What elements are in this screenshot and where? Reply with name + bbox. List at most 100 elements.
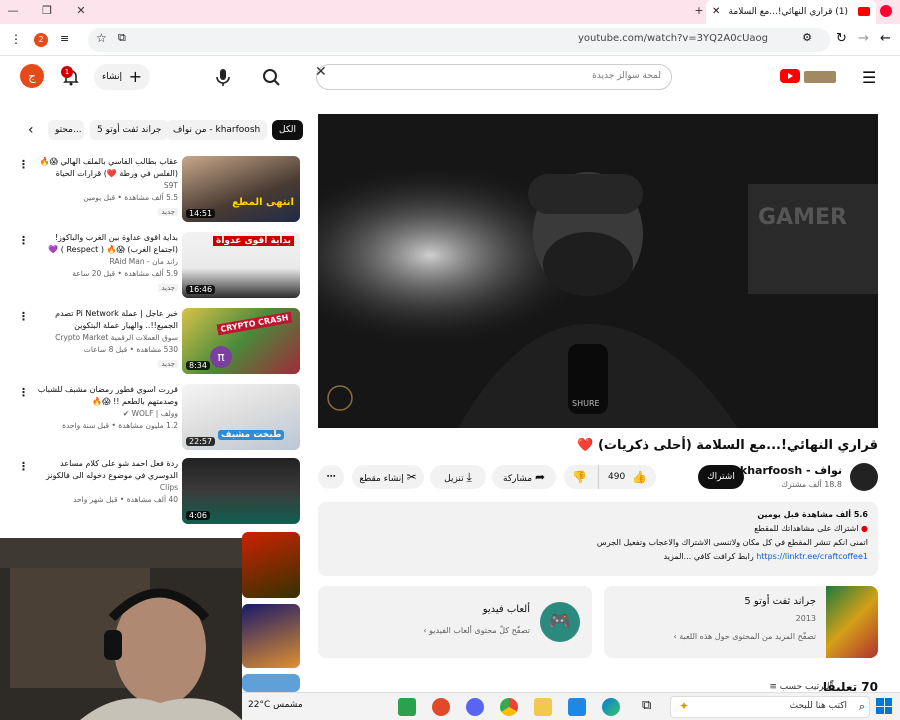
list-item[interactable]: 4:06 ردة فعل احمد شو على كلام مساعد الدو…	[0, 458, 304, 530]
url-text[interactable]: youtube.com/watch?v=3YQ2A0cUaog	[578, 33, 768, 44]
discord-icon[interactable]	[466, 698, 484, 716]
search-input[interactable]: لمحة سوالز جديدة	[592, 71, 661, 81]
video-title[interactable]: خبر عاجل | عملة Pi Network تصدم الجميع!!…	[36, 308, 178, 332]
gta-cover-image	[826, 586, 878, 658]
download-button[interactable]: تنزيل ⤓	[430, 465, 486, 489]
site-settings-icon[interactable]: ⚙	[802, 31, 812, 44]
list-item[interactable]: انتهى المطع 14:51 عقاب بطالب الفاسي بالم…	[0, 156, 304, 228]
bookmark-star-icon[interactable]: ☆	[96, 31, 107, 45]
channel-name[interactable]: سوق العملات الرقمية Crypto Market	[36, 332, 178, 344]
chevron-left-icon[interactable]: ‹	[28, 122, 34, 138]
youtube-logo[interactable]	[780, 67, 838, 85]
like-icon[interactable]: 👍	[632, 465, 647, 489]
video-thumbnail[interactable]	[242, 604, 300, 668]
like-count[interactable]: 490	[608, 465, 625, 489]
task-view-icon[interactable]: ⧉	[642, 698, 651, 713]
video-title[interactable]: قررت اسوي فطور رمضان مشبف للشباب وصدمتهم…	[36, 384, 178, 408]
url-box[interactable]: ☆ ⧉ youtube.com/watch?v=3YQ2A0cUaog ⚙	[88, 28, 830, 52]
browser-tab[interactable]: (1) قراري النهائي!...مع السلامة ✕	[706, 0, 876, 24]
edge-icon[interactable]	[602, 698, 620, 716]
video-thumbnail[interactable]: طبخت مشبف 22:57	[182, 384, 300, 450]
video-thumbnail[interactable]: انتهى المطع 14:51	[182, 156, 300, 222]
channel-name[interactable]: S9T	[36, 180, 178, 192]
share-button[interactable]: مشاركة ➦	[492, 465, 556, 489]
channel-name[interactable]: Clips	[36, 482, 178, 494]
forward-icon[interactable]: →	[858, 31, 869, 46]
list-item[interactable]: بداية اقوى عدواة 16:46 بداية اقوى عداوة …	[0, 232, 304, 304]
create-button[interactable]: إنشاء +	[94, 64, 150, 90]
video-title[interactable]: بداية اقوى عداوة بين الغرب والباكوز!(اجت…	[36, 232, 178, 256]
channel-name[interactable]: وولف | WOLF ✔	[36, 408, 178, 420]
channel-avatar[interactable]	[850, 463, 878, 491]
chip-more[interactable]: محتو...	[48, 120, 84, 140]
video-title[interactable]: عقاب بطالب الفاسي بالملف الهالي 😱🔥 (الفل…	[36, 156, 178, 180]
video-thumbnail[interactable]	[242, 674, 300, 692]
channel-name[interactable]: راند مان - RAid Man	[36, 256, 179, 268]
video-title[interactable]: ردة فعل احمد شو على كلام مساعد الدوسري ف…	[36, 458, 178, 482]
game-card-more[interactable]: تصفّح المزيد من المحتوى حول هذه اللعبة ›	[673, 632, 816, 641]
notification-count: 1	[61, 66, 73, 78]
game-card[interactable]: جراند ثفت أوتو 5 2013 تصفّح المزيد من ال…	[604, 586, 878, 658]
clear-search-icon[interactable]: ✕	[315, 64, 327, 80]
channel-name[interactable]: نواف - kharfoosh	[740, 464, 842, 477]
more-options-icon[interactable]: ⋮	[18, 386, 29, 399]
account-avatar[interactable]: ج	[20, 64, 44, 88]
thumb-text: انتهى المطع	[232, 197, 294, 208]
close-tab-icon[interactable]: ✕	[712, 0, 720, 24]
description-line-1: اشتراك على مشاهداتك للمقطع	[754, 524, 859, 533]
sort-comments-button[interactable]: الترتيب حسب ≡	[769, 682, 832, 692]
dislike-icon[interactable]: 👎	[572, 465, 587, 489]
more-options-icon[interactable]: ⋮	[18, 158, 29, 171]
description-line-3[interactable]: رابط كرافت كافي ...المزيد	[664, 552, 754, 561]
list-item[interactable]: طبخت مشبف 22:57 قررت اسوي فطور رمضان مشب…	[0, 384, 304, 456]
gaming-card[interactable]: 🎮 ألعاب فيديو تصفّح كلّ محتوى ألعاب الفي…	[318, 586, 592, 658]
game-card-title: جراند ثفت أوتو 5	[744, 596, 816, 607]
screenshot-icon[interactable]: ⧉	[118, 31, 126, 45]
maximize-button[interactable]: ❐	[36, 2, 58, 20]
video-thumbnail[interactable]: CRYPTO CRASH π 8:34	[182, 308, 300, 374]
video-thumbnail[interactable]: بداية اقوى عدواة 16:46	[182, 232, 300, 298]
taskbar-search-input[interactable]: اكتب هنا للبحث	[790, 701, 847, 711]
chrome-icon[interactable]	[500, 698, 518, 716]
video-thumbnail[interactable]: 4:06	[182, 458, 300, 524]
notifications-bell-icon[interactable]: 1	[58, 64, 84, 90]
more-options-icon[interactable]: ⋮	[18, 310, 29, 323]
browser-tab-bar: — ❐ ✕ + (1) قراري النهائي!...مع السلامة …	[0, 0, 900, 24]
description-link[interactable]: https://linktr.ee/craftcoffee1	[756, 552, 868, 561]
taskbar-search-box[interactable]: اكتب هنا للبحث ⌕ ✦	[670, 696, 870, 718]
browser-app-icon[interactable]	[432, 698, 450, 716]
more-options-icon[interactable]: ⋮	[18, 460, 29, 473]
plus-icon: +	[128, 67, 142, 86]
menu-dots-icon[interactable]: ⋮	[10, 32, 22, 46]
video-thumbnail[interactable]	[242, 532, 300, 598]
hamburger-menu-icon[interactable]: ☰	[862, 68, 876, 87]
close-window-button[interactable]: ✕	[70, 2, 92, 20]
youtube-tab-icon[interactable]	[880, 5, 892, 17]
share-label: مشاركة	[503, 474, 533, 484]
minimize-button[interactable]: —	[2, 2, 24, 20]
green-app-icon[interactable]	[398, 698, 416, 716]
windows-start-icon[interactable]	[876, 698, 892, 714]
chip-from-channel[interactable]: من نواف - kharfoosh	[166, 120, 268, 140]
weather-widget[interactable]: 22°C مشمس	[248, 700, 303, 710]
chip-gta5[interactable]: جراند ثفت أوتو 5	[90, 120, 169, 140]
gaming-card-more[interactable]: تصفّح كلّ محتوى ألعاب الفيديو ›	[423, 626, 530, 635]
more-options-icon[interactable]: ⋮	[18, 234, 29, 247]
thumb-text: بداية اقوى عدواة	[213, 236, 294, 246]
playlist-icon[interactable]: ≡	[60, 32, 69, 45]
profile-badge[interactable]: 2	[34, 33, 48, 47]
description-box[interactable]: 5.6 ألف مشاهدة قبل يومين ● اشتراك على مش…	[318, 502, 878, 576]
search-box[interactable]: لمحة سوالز جديدة ✕	[315, 64, 672, 90]
list-item[interactable]: CRYPTO CRASH π 8:34 خبر عاجل | عملة Pi N…	[0, 308, 304, 380]
subscribe-button[interactable]: اشتراك	[698, 465, 744, 489]
search-icon[interactable]	[258, 64, 284, 90]
reload-icon[interactable]: ↻	[836, 31, 847, 46]
store-icon[interactable]	[568, 698, 586, 716]
microphone-icon[interactable]	[210, 64, 236, 90]
clip-button[interactable]: إنشاء مقطع ✂	[352, 465, 424, 489]
chip-all[interactable]: الكل	[272, 120, 304, 140]
more-actions-icon[interactable]: ⋯	[318, 465, 344, 489]
video-player[interactable]: GAMER SHURE	[318, 114, 878, 428]
back-icon[interactable]: ←	[880, 31, 891, 46]
file-explorer-icon[interactable]	[534, 698, 552, 716]
